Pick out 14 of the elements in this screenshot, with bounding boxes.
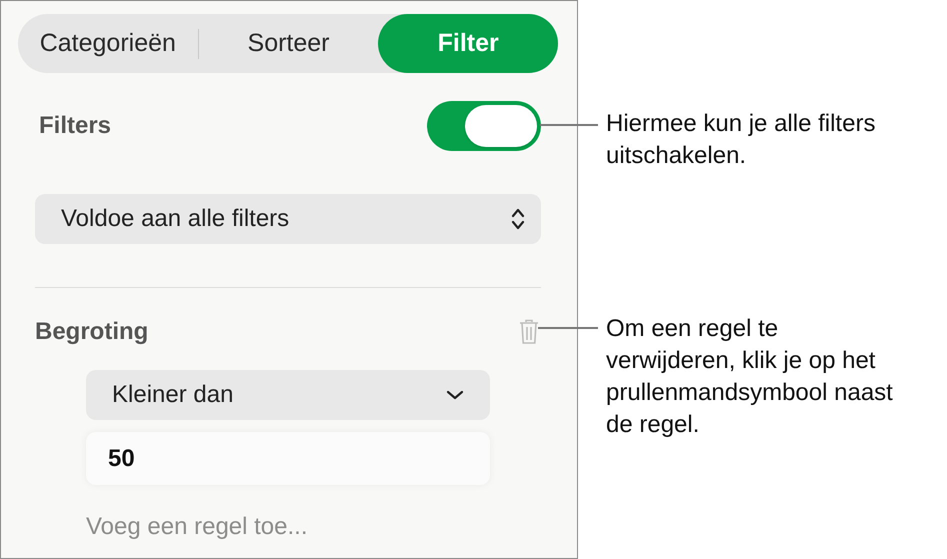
filters-toggle[interactable] — [427, 101, 541, 151]
chevron-updown-icon — [511, 207, 525, 231]
match-select[interactable]: Voldoe aan alle filters — [35, 194, 541, 244]
callout-text: Om een regel te verwijderen, klik je op het prullenmandsymbool naast de regel. — [606, 314, 894, 440]
callout-text: Hiermee kun je alle filters uitschakelen. — [606, 109, 876, 171]
value-field[interactable]: 50 — [86, 432, 490, 485]
rule-column-label: Begroting — [35, 317, 148, 347]
chevron-down-icon — [446, 390, 464, 400]
leader-line — [538, 327, 598, 329]
leader-line — [540, 124, 598, 126]
tab[interactable]: Categorieën — [18, 14, 198, 73]
filters-label: Filters — [39, 111, 112, 141]
operator-select[interactable]: Kleiner dan — [86, 370, 490, 420]
tab[interactable]: Sorteer — [198, 14, 378, 73]
